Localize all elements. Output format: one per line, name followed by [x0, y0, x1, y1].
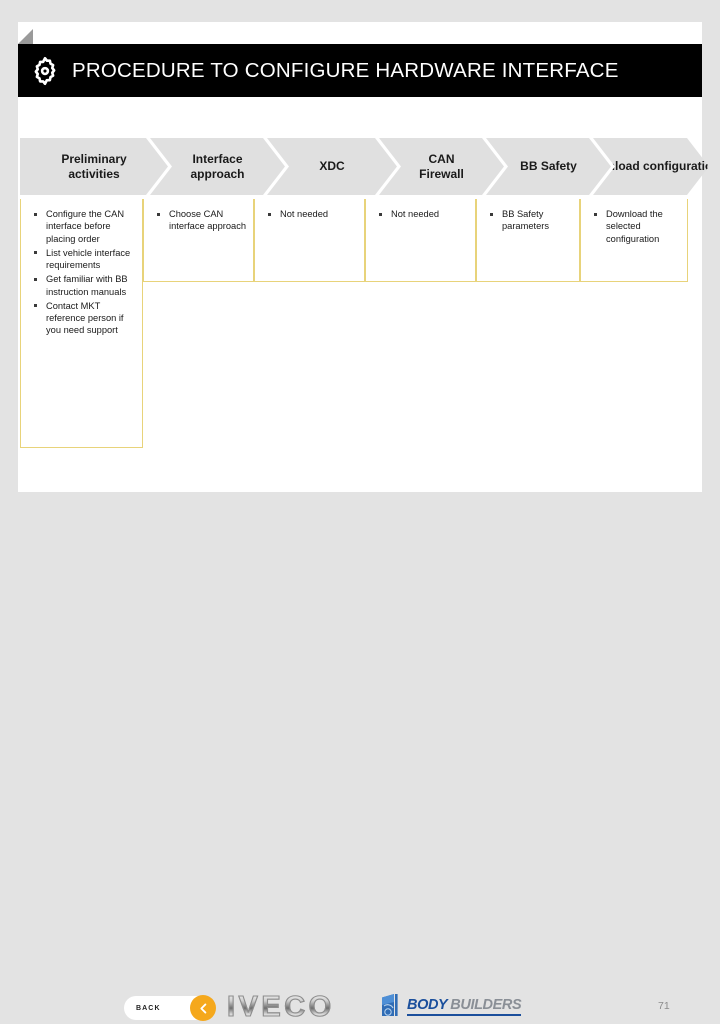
process-detail-columns: Configure the CAN interface before placi… — [20, 199, 704, 449]
list-item: Choose CAN interface approach — [148, 208, 248, 233]
iveco-logo: IVECO — [226, 990, 367, 1024]
back-button[interactable]: BACK — [124, 995, 216, 1021]
column-can-firewall: Not needed — [365, 199, 476, 282]
column-bb-safety: BB Safety parameters — [476, 199, 580, 282]
list-item: List vehicle interface requirements — [25, 247, 137, 272]
bullet-list-6: Download the selected configuration — [581, 199, 687, 245]
list-item: Contact MKT reference person if you need… — [25, 300, 137, 337]
truck-icon — [380, 992, 405, 1023]
body-builders-logo: BODY BUILDERS — [380, 992, 522, 1023]
page-title: PROCEDURE TO CONFIGURE HARDWARE INTERFAC… — [72, 58, 619, 82]
logo-word-builders: BUILDERS — [450, 997, 522, 1014]
slide-footer: BACK IVECO BODY BUILDERS 71 — [0, 492, 720, 1023]
chevron-step-3[interactable]: XDC — [267, 138, 397, 195]
back-button-label: BACK — [136, 1004, 161, 1012]
gear-icon — [18, 56, 72, 86]
bullet-list-2: Choose CAN interface approach — [144, 199, 253, 233]
chevron-step-2[interactable]: Interface approach — [150, 138, 285, 195]
list-item: Download the selected configuration — [585, 208, 682, 245]
list-item: BB Safety parameters — [481, 208, 574, 233]
column-interface-approach: Choose CAN interface approach — [143, 199, 254, 282]
slide-title-bar: PROCEDURE TO CONFIGURE HARDWARE INTERFAC… — [18, 44, 702, 97]
chevron-step-5-label: BB Safety — [520, 159, 577, 173]
folded-corner-decoration — [18, 29, 33, 44]
logo-word-body: BODY — [407, 997, 448, 1014]
chevron-step-1[interactable]: Preliminary activities — [20, 138, 168, 195]
bullet-list-1: Configure the CAN interface before placi… — [21, 199, 142, 337]
chevron-step-3-label: XDC — [319, 159, 345, 173]
column-xdc: Not needed — [254, 199, 365, 282]
bullet-list-3: Not needed — [255, 199, 364, 220]
chevron-step-1-label: Preliminary activities — [61, 151, 127, 181]
list-item: Get familiar with BB instruction manuals — [25, 273, 137, 298]
process-flow-chevrons: Preliminary activities Interface approac… — [20, 138, 704, 195]
chevron-step-5[interactable]: BB Safety — [486, 138, 611, 195]
list-item: Not needed — [259, 208, 359, 220]
bullet-list-4: Not needed — [366, 199, 475, 220]
chevron-step-2-label: Interface approach — [190, 151, 245, 181]
logo-underline — [407, 1013, 522, 1016]
page-number: 71 — [658, 1000, 670, 1012]
chevron-step-4-label: CAN Firewall — [419, 151, 464, 181]
bullet-list-5: BB Safety parameters — [477, 199, 579, 233]
body-builders-wordmark: BODY BUILDERS — [407, 997, 522, 1016]
column-download-configuration: Download the selected configuration — [580, 199, 688, 282]
chevron-step-4[interactable]: CAN Firewall — [379, 138, 504, 195]
list-item: Not needed — [370, 208, 470, 220]
column-preliminary-activities: Configure the CAN interface before placi… — [20, 199, 143, 448]
chevron-left-icon[interactable] — [190, 995, 216, 1021]
iveco-logo-text: IVECO — [226, 990, 335, 1023]
list-item: Configure the CAN interface before placi… — [25, 208, 137, 245]
